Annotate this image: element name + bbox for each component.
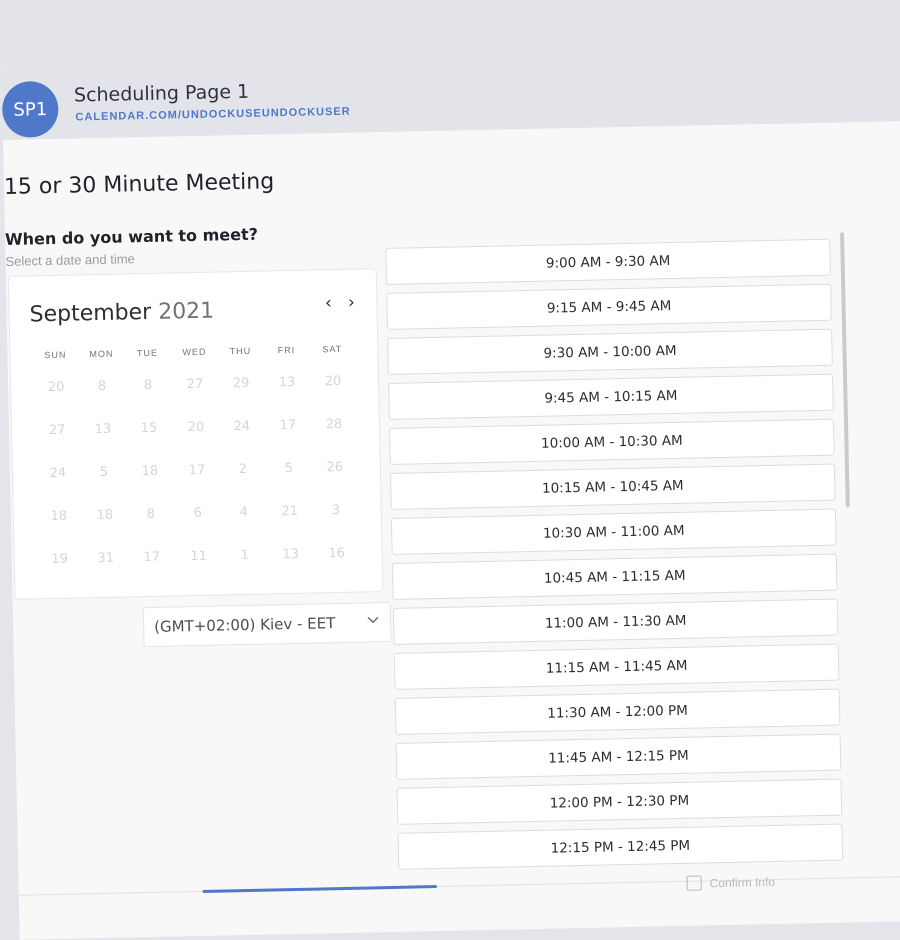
calendar-day: 21 xyxy=(281,503,299,520)
calendar-day: 4 xyxy=(239,504,249,521)
calendar-day: 1 xyxy=(240,547,249,564)
confirm-info-step[interactable]: Confirm Info xyxy=(686,874,775,891)
weekday-label: TUE xyxy=(136,347,159,359)
calendar-day: 24 xyxy=(49,465,67,482)
date-time-subtitle: Select a date and time xyxy=(5,251,135,269)
scheduling-page: SP1 Scheduling Page 1 CALENDAR.COM/UNDOC… xyxy=(0,0,900,940)
calendar-day: 29 xyxy=(232,375,250,392)
calendar-day: 8 xyxy=(146,506,156,523)
calendar-day: 17 xyxy=(188,462,206,479)
weekday-label: FRI xyxy=(277,344,296,356)
calendar-year: 2021 xyxy=(157,298,215,325)
calendar-day: 13 xyxy=(94,421,112,438)
calendar-day: 20 xyxy=(47,379,65,396)
calendar-day: 18 xyxy=(141,463,159,480)
calendar-day: 27 xyxy=(186,376,204,393)
chevron-down-icon xyxy=(367,616,379,624)
timezone-value: (GMT+02:00) Kiev - EET xyxy=(153,614,336,636)
calendar-month-year: September 2021 xyxy=(29,299,214,328)
calendar-day: 28 xyxy=(325,416,343,433)
calendar-day: 31 xyxy=(97,550,115,567)
calendar-day: 26 xyxy=(326,459,344,476)
scheduling-page-title: Scheduling Page 1 xyxy=(73,80,250,107)
next-month-button[interactable]: › xyxy=(342,292,360,314)
date-picker-calendar: September 2021 ‹ › SUN MON TUE WED THU FRI SAT… xyxy=(7,268,384,600)
calendar-day: 13 xyxy=(282,546,300,563)
timezone-select[interactable]: (GMT+02:00) Kiev - EET xyxy=(142,601,392,648)
previous-month-button[interactable]: ‹ xyxy=(319,292,337,314)
calendar-day: 5 xyxy=(284,460,294,477)
confirm-info-label: Confirm Info xyxy=(709,874,776,890)
calendar-day: 8 xyxy=(143,377,153,394)
calendar-day: 19 xyxy=(51,551,69,568)
weekday-label: SAT xyxy=(322,343,343,355)
weekday-label: SUN xyxy=(44,349,67,361)
calendar-day: 18 xyxy=(96,507,114,524)
calendar-day: 11 xyxy=(190,548,208,565)
calendar-day: 3 xyxy=(331,502,341,519)
calendar-day: 16 xyxy=(328,545,346,562)
calendar-day: 17 xyxy=(143,549,161,566)
calendar-day: 6 xyxy=(193,505,203,522)
weekday-label: THU xyxy=(229,345,252,357)
calendar-day: 5 xyxy=(99,464,109,481)
calendar-month: September xyxy=(29,299,152,328)
weekday-label: MON xyxy=(89,348,114,360)
weekday-label: WED xyxy=(182,346,207,358)
calendar-day: 18 xyxy=(50,508,68,525)
checkbox-icon xyxy=(686,875,702,891)
calendar-day: 2 xyxy=(238,461,248,478)
chevron-left-icon: ‹ xyxy=(324,293,333,314)
calendar-day: 24 xyxy=(233,418,251,435)
calendar-day: 20 xyxy=(187,419,205,436)
calendar-day: 15 xyxy=(140,420,158,437)
calendar-day: 8 xyxy=(97,378,107,395)
calendar-day: 17 xyxy=(279,417,297,434)
calendar-day: 20 xyxy=(324,373,342,390)
chevron-right-icon: › xyxy=(347,292,356,313)
calendar-day: 13 xyxy=(278,374,296,391)
calendar-day: 27 xyxy=(48,422,66,439)
